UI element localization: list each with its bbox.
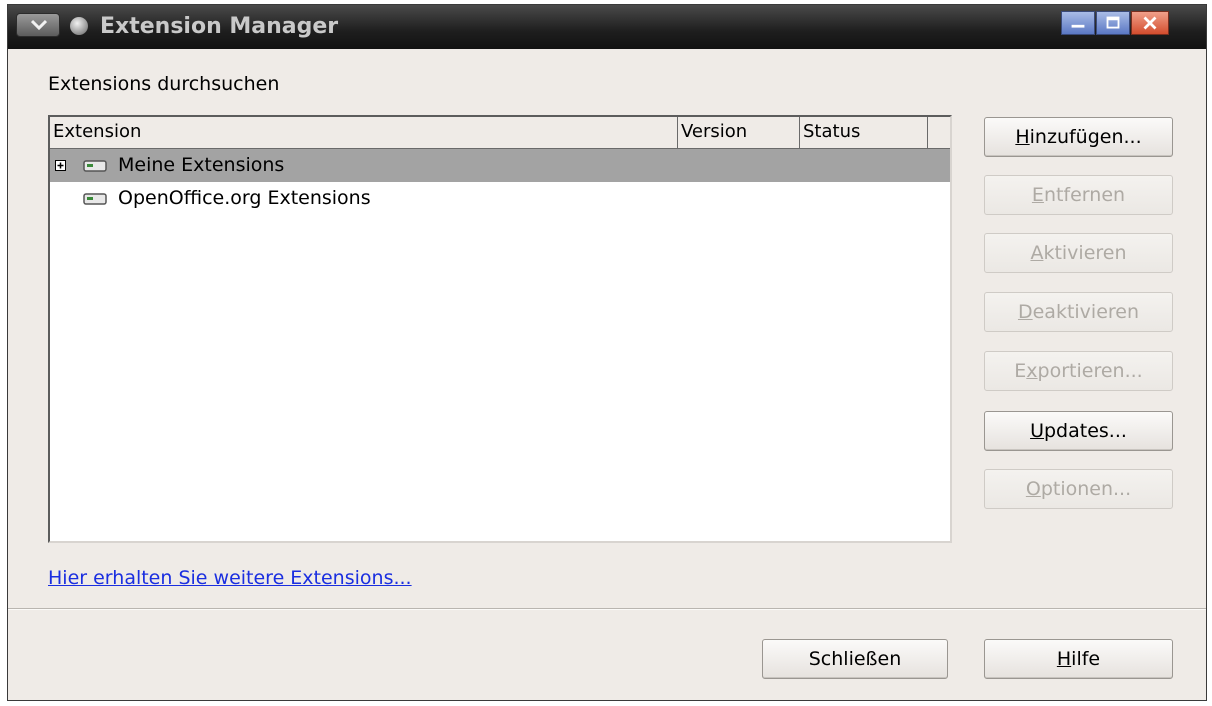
extension-list[interactable]: Extension Version Status Meine Extension… [48,115,952,543]
window-title: Extension Manager [100,14,339,39]
list-item-label: Meine Extensions [118,154,285,176]
close-window-button[interactable] [1131,11,1169,35]
disable-button[interactable]: Deaktivieren [984,292,1173,332]
title-bar: Extension Manager [8,5,1206,49]
window-menu-button[interactable] [16,13,60,37]
add-button[interactable]: Hinzufügen... [984,117,1173,157]
minimize-icon [1071,24,1085,28]
expander-plus-icon[interactable] [55,160,66,171]
package-icon [83,160,107,172]
package-icon [83,193,107,205]
updates-button[interactable]: Updates... [984,411,1173,451]
column-header-version[interactable]: Version [678,117,800,149]
close-icon [1143,16,1157,30]
list-item[interactable]: OpenOffice.org Extensions [50,182,950,215]
column-header-status[interactable]: Status [800,117,928,149]
remove-button[interactable]: Entfernen [984,175,1173,215]
list-item[interactable]: Meine Extensions [50,149,950,182]
options-button[interactable]: Optionen... [984,469,1173,509]
minimize-button[interactable] [1061,11,1095,35]
separator [8,608,1206,610]
menu-icon [31,19,47,31]
help-button[interactable]: Hilfe [984,639,1173,679]
column-header-filler [928,117,950,149]
get-more-extensions-link[interactable]: Hier erhalten Sie weitere Extensions... [48,567,412,589]
list-item-label: OpenOffice.org Extensions [118,187,371,209]
export-button[interactable]: Exportieren... [984,351,1173,391]
close-button[interactable]: Schließen [762,639,948,679]
extension-manager-window: Extension Manager Extensions durchsuchen… [7,4,1207,701]
maximize-button[interactable] [1096,11,1130,35]
column-header-extension[interactable]: Extension [50,117,678,149]
enable-button[interactable]: Aktivieren [984,233,1173,273]
browse-extensions-label: Extensions durchsuchen [48,73,280,95]
app-icon [70,17,88,35]
maximize-icon [1106,16,1120,29]
